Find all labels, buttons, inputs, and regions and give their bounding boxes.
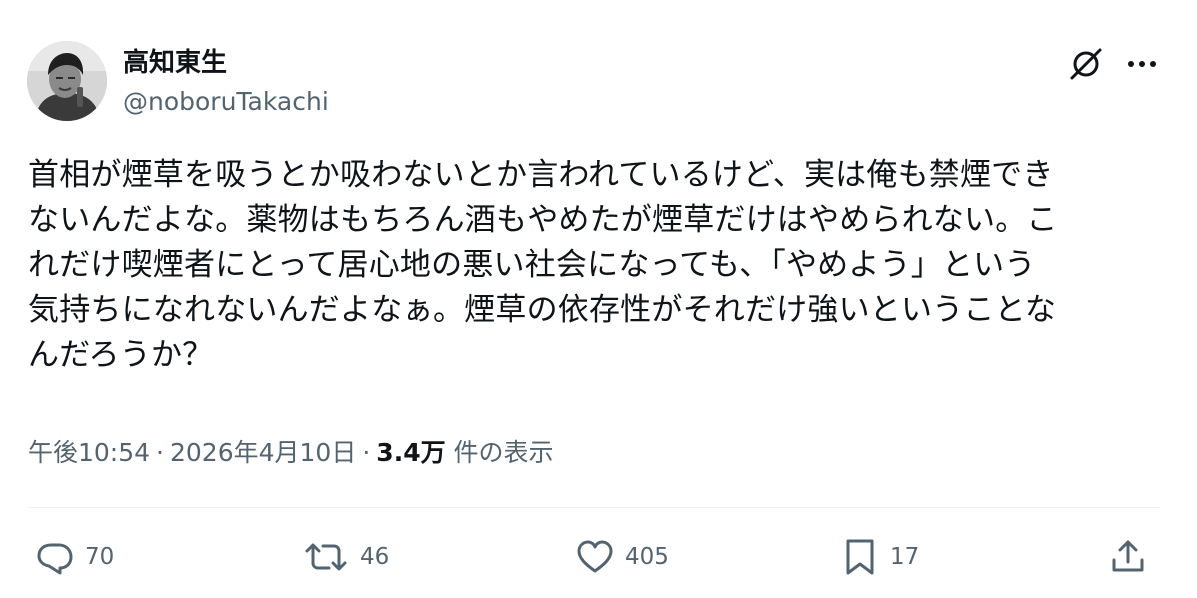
reply-icon xyxy=(37,543,73,575)
share-button[interactable] xyxy=(1108,532,1148,582)
meta-separator: · xyxy=(156,438,164,467)
post-text: 首相が煙草を吸うとか吸わないとか言われているけど、実は俺も禁煙でき ないんだよな… xyxy=(28,153,1158,378)
user-handle[interactable]: @noboruTakachi xyxy=(123,86,329,118)
post-text-line: んだろうか？ xyxy=(28,337,214,373)
post-text-line: ないんだよな。薬物はもちろん酒もやめたが煙草だけはやめられない。こ xyxy=(28,202,1058,238)
bookmark-count: 17 xyxy=(890,544,920,570)
repost-button[interactable]: 46 xyxy=(302,532,389,582)
repost-count: 46 xyxy=(360,544,390,570)
share-icon xyxy=(1112,540,1144,572)
post-text-line: 首相が煙草を吸うとか吸わないとか言われているけど、実は俺も禁煙でき xyxy=(28,157,1054,193)
post-text-line: 気持ちになれないんだよなぁ。煙草の依存性がそれだけ強いということな xyxy=(28,292,1057,328)
like-button[interactable]: 405 xyxy=(575,532,669,582)
more-button[interactable] xyxy=(1120,42,1164,86)
divider xyxy=(28,507,1160,508)
avatar[interactable] xyxy=(27,41,107,121)
post-time[interactable]: 午後10:54 xyxy=(28,438,150,467)
tweet-card: 高知東生 @noboruTakachi 首相が煙草を吸うとか吸わないとか言われて… xyxy=(0,0,1197,598)
views-label: 件の表示 xyxy=(453,438,554,467)
bookmark-icon xyxy=(846,539,874,575)
grok-icon xyxy=(1070,48,1102,80)
more-icon xyxy=(1128,61,1156,67)
post-date[interactable]: 2026年4月10日 xyxy=(170,438,356,467)
repost-icon xyxy=(305,543,347,571)
like-count: 405 xyxy=(625,544,669,570)
post-text-line: れだけ喫煙者にとって居心地の悪い社会になっても、「やめよう」という xyxy=(28,247,1036,283)
avatar-photo xyxy=(27,41,107,121)
display-name[interactable]: 高知東生 xyxy=(123,46,227,80)
heart-icon xyxy=(577,540,613,573)
bookmark-button[interactable]: 17 xyxy=(840,532,919,582)
reply-count: 70 xyxy=(85,544,115,570)
grok-button[interactable] xyxy=(1064,42,1108,86)
reply-button[interactable]: 70 xyxy=(35,532,114,582)
meta-separator: · xyxy=(362,438,371,467)
views-count: 3.4万 xyxy=(376,438,446,467)
post-meta: 午後10:54 · 2026年4月10日 · 3.4万 件の表示 xyxy=(28,434,554,472)
